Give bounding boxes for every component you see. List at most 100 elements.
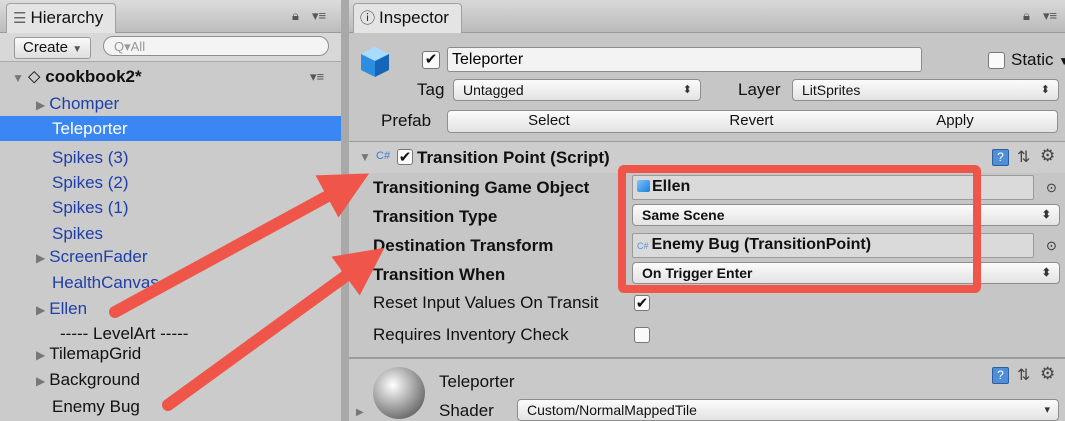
destination-transform-field[interactable]: C# Enemy Bug (TransitionPoint): [632, 233, 1034, 258]
csharp-script-icon: C#: [376, 150, 391, 162]
hierarchy-item[interactable]: ▶ TilemapGrid: [0, 341, 341, 366]
inspector-lock-icon[interactable]: 🔒︎: [1023, 8, 1030, 24]
prefab-select-button[interactable]: Select: [447, 110, 651, 133]
dropdown-arrow-icon: ▾: [1044, 404, 1050, 416]
layer-value: LitSprites: [802, 82, 861, 98]
layer-label: Layer: [738, 80, 781, 99]
expand-arrow-icon[interactable]: ▶: [36, 369, 45, 394]
list-icon: ☰: [13, 10, 27, 27]
hierarchy-item-label: TilemapGrid: [49, 344, 142, 363]
material-section: ▶ Teleporter Shader Custom/NormalMappedT…: [349, 359, 1065, 421]
hierarchy-item[interactable]: ▶ Background: [0, 367, 341, 392]
expand-arrow-icon[interactable]: ▶: [36, 93, 45, 118]
expand-arrow-icon[interactable]: ▶: [36, 298, 45, 323]
panel-menu-icon[interactable]: ▾≡: [312, 8, 326, 24]
object-picker-icon[interactable]: ⊙: [1046, 238, 1057, 254]
material-foldout-icon[interactable]: ▶: [356, 407, 364, 418]
hierarchy-item-label: ScreenFader: [49, 247, 148, 266]
transition-type-value: Same Scene: [642, 207, 725, 223]
scene-menu-icon[interactable]: ▾≡: [310, 64, 324, 89]
lock-icon[interactable]: 🔒︎: [292, 8, 299, 24]
material-preset-icon[interactable]: ⇅: [1017, 365, 1030, 385]
object-name-field[interactable]: Teleporter: [447, 47, 922, 72]
search-input[interactable]: Q▾All: [103, 36, 329, 56]
dropdown-arrow-icon: ▼: [72, 44, 83, 55]
hierarchy-item-label: HealthCanvas: [52, 273, 159, 292]
preset-icon[interactable]: ⇅: [1017, 147, 1030, 167]
hierarchy-item-label: Spikes (1): [52, 198, 129, 217]
search-icon: Q▾: [114, 39, 131, 54]
transition-type-dropdown[interactable]: Same Scene ⬍: [632, 204, 1060, 226]
layer-dropdown[interactable]: LitSprites ⬍: [792, 79, 1059, 101]
material-name: Teleporter: [439, 372, 515, 391]
create-label: Create: [23, 39, 69, 56]
transition-type-label: Transition Type: [373, 207, 498, 226]
requires-inventory-checkbox[interactable]: [634, 327, 650, 343]
unity-logo-icon: ⬦: [27, 66, 41, 86]
component-title: Transition Point (Script): [417, 148, 610, 167]
hierarchy-item-label: Background: [49, 370, 140, 389]
prefab-apply-button[interactable]: Apply: [853, 110, 1058, 133]
component-foldout-icon[interactable]: ▼: [359, 150, 371, 164]
hierarchy-item[interactable]: ▶ Chomper: [0, 91, 341, 116]
gameobject-cube-icon: [359, 45, 391, 79]
hierarchy-item-label: Spikes: [52, 224, 104, 243]
panel-splitter[interactable]: [341, 0, 349, 421]
hierarchy-item-label: Enemy Bug: [52, 397, 140, 416]
component-enabled-checkbox[interactable]: ✔: [397, 149, 413, 165]
shader-dropdown[interactable]: Custom/NormalMappedTile ▾: [517, 399, 1059, 421]
scene-row[interactable]: ▼ ⬦ cookbook2* ▾≡: [0, 64, 341, 89]
static-dropdown-icon[interactable]: ▼: [1058, 54, 1065, 68]
hierarchy-item[interactable]: ▶ Ellen: [0, 296, 341, 321]
dropdown-arrow-icon: ⬍: [1041, 209, 1051, 221]
create-button[interactable]: Create ▼: [14, 37, 92, 59]
requires-inventory-label: Requires Inventory Check: [373, 325, 569, 344]
gear-icon[interactable]: ⚙: [1040, 146, 1055, 166]
hierarchy-item[interactable]: Enemy Bug: [0, 394, 341, 419]
hierarchy-toolbar: Create ▼ Q▾All: [0, 33, 341, 62]
object-picker-icon[interactable]: ⊙: [1046, 180, 1057, 196]
script-icon: C#: [637, 241, 649, 251]
material-help-icon[interactable]: ?: [992, 367, 1009, 384]
shader-label: Shader: [439, 401, 494, 420]
help-book-icon[interactable]: ?: [992, 149, 1009, 166]
inspector-tabbar: ⓘ Inspector 🔒︎ ▾≡: [349, 0, 1065, 33]
prefab-label: Prefab: [381, 111, 432, 130]
expand-arrow-icon[interactable]: ▶: [36, 343, 45, 368]
transition-when-dropdown[interactable]: On Trigger Enter ⬍: [632, 262, 1060, 284]
hierarchy-panel: ☰ Hierarchy 🔒︎ ▾≡ Create ▼ Q▾All ▼ ⬦ cookb…: [0, 0, 341, 421]
transitioning-game-object-value: Ellen: [652, 178, 691, 195]
prefab-revert-button[interactable]: Revert: [650, 110, 854, 133]
search-placeholder: All: [130, 39, 146, 54]
hierarchy-item[interactable]: Spikes (3): [0, 145, 341, 170]
expand-arrow-icon[interactable]: ▶: [36, 246, 45, 271]
hierarchy-item[interactable]: ▶ ScreenFader: [0, 244, 341, 269]
shader-value: Custom/NormalMappedTile: [527, 402, 697, 418]
static-checkbox[interactable]: [988, 52, 1005, 69]
hierarchy-item-label: Spikes (2): [52, 173, 129, 192]
scene-name: cookbook2*: [45, 67, 142, 86]
hierarchy-item-label: Chomper: [49, 94, 120, 113]
active-checkbox[interactable]: ✔: [422, 51, 440, 69]
hierarchy-item[interactable]: Spikes (2): [0, 170, 341, 195]
hierarchy-item-label: Teleporter: [52, 119, 128, 138]
tag-dropdown[interactable]: Untagged ⬍: [453, 79, 701, 101]
static-label: Static ▼: [1011, 50, 1065, 70]
inspector-menu-icon[interactable]: ▾≡: [1043, 8, 1057, 24]
dropdown-arrow-icon: ⬍: [1041, 267, 1051, 279]
hierarchy-item[interactable]: Spikes (1): [0, 195, 341, 220]
hierarchy-item-label: Spikes (3): [52, 148, 129, 167]
inspector-tab[interactable]: ⓘ Inspector: [353, 3, 462, 33]
hierarchy-tab[interactable]: ☰ Hierarchy: [6, 3, 117, 33]
hierarchy-item[interactable]: Spikes: [0, 221, 341, 246]
transitioning-game-object-field[interactable]: Ellen: [632, 175, 1034, 200]
hierarchy-tab-label: Hierarchy: [30, 8, 104, 27]
hierarchy-item[interactable]: Teleporter: [0, 116, 341, 141]
reset-input-checkbox[interactable]: ✔: [634, 295, 650, 311]
material-sphere-icon: [373, 367, 425, 419]
hierarchy-item[interactable]: HealthCanvas: [0, 270, 341, 295]
material-gear-icon[interactable]: ⚙: [1040, 364, 1055, 384]
expand-arrow-icon[interactable]: ▼: [12, 66, 24, 91]
hierarchy-tabbar: ☰ Hierarchy 🔒︎ ▾≡: [0, 0, 341, 33]
destination-transform-label: Destination Transform: [373, 236, 554, 255]
